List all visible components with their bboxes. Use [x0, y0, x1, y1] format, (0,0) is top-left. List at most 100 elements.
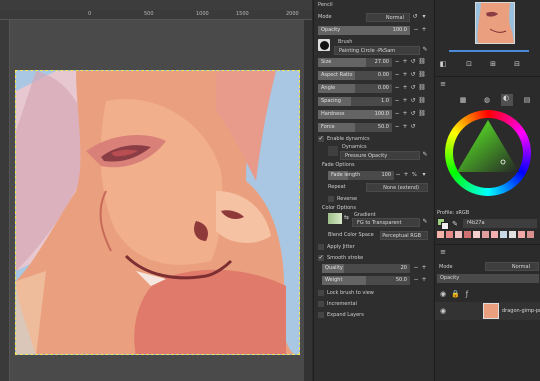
layer-row[interactable]: ◉ dragon-gimp-pract [435, 302, 540, 320]
blend-select[interactable]: Perceptual RGB [380, 231, 428, 240]
gradient-reverse-icon[interactable]: ⇆ [344, 214, 349, 221]
incremental-row[interactable]: Incremental [318, 299, 357, 309]
weight-increase-icon[interactable]: + [420, 276, 428, 284]
spacing-link-icon[interactable]: ⛓ [418, 97, 426, 105]
force-reset-icon[interactable]: ↺ [409, 123, 417, 131]
angle-reset-icon[interactable]: ↺ [409, 84, 417, 92]
opacity-increase-icon[interactable]: + [420, 26, 428, 34]
aspect-reset-icon[interactable]: ↺ [409, 71, 417, 79]
apply-jitter-checkbox[interactable] [318, 244, 324, 250]
gradient-edit-icon[interactable]: ✎ [421, 218, 429, 226]
spacing-reset-icon[interactable]: ↺ [409, 97, 417, 105]
aspect-decrease-icon[interactable]: − [393, 71, 401, 79]
quality-increase-icon[interactable]: + [420, 264, 428, 272]
lock-icon[interactable]: 🔒 [451, 290, 460, 298]
quality-decrease-icon[interactable]: − [412, 264, 420, 272]
reverse-checkbox[interactable] [328, 196, 334, 202]
angle-increase-icon[interactable]: + [401, 84, 409, 92]
weight-decrease-icon[interactable]: − [412, 276, 420, 284]
smooth-stroke-checkbox[interactable]: ✓ [318, 255, 324, 261]
canvas-scrollbar[interactable] [304, 20, 312, 381]
spacing-increase-icon[interactable]: + [401, 97, 409, 105]
force-decrease-icon[interactable]: − [393, 123, 401, 131]
mode-select[interactable]: Normal [366, 13, 410, 22]
dynamics-select[interactable]: Pressure Opacity [340, 151, 420, 160]
fx-icon[interactable]: ƒ [463, 290, 471, 298]
palette-swatch[interactable] [527, 231, 534, 238]
brush-select[interactable]: Painting Circle -PkSam [334, 46, 420, 55]
incremental-checkbox[interactable] [318, 301, 324, 307]
angle-link-icon[interactable]: ⛓ [418, 84, 426, 92]
palette-swatch[interactable] [491, 231, 498, 238]
enable-dynamics-row[interactable]: ✓ Enable dynamics [318, 134, 370, 144]
layer-visibility-icon[interactable]: ◉ [439, 307, 447, 315]
spacing-slider[interactable]: Spacing 1.0 [318, 97, 392, 106]
apply-jitter-row[interactable]: Apply Jitter [318, 242, 355, 252]
palette-swatch[interactable] [518, 231, 525, 238]
palette-swatch[interactable] [464, 231, 471, 238]
opacity-slider[interactable]: Opacity 100.0 [318, 26, 410, 35]
color-wheel[interactable] [445, 110, 531, 196]
hex-input[interactable]: f4b27a [463, 219, 537, 228]
mode-reset-icon[interactable]: ↺ [411, 13, 419, 21]
force-slider[interactable]: Force 50.0 [318, 123, 392, 132]
palette-swatch[interactable] [509, 231, 516, 238]
layers-opacity-slider[interactable]: Opacity [437, 274, 539, 283]
fade-increase-icon[interactable]: + [402, 171, 410, 179]
palette-tab-icon[interactable]: ▦ [459, 96, 467, 104]
zoom-in-icon[interactable]: ⊞ [489, 60, 497, 68]
palette-swatch[interactable] [482, 231, 489, 238]
quality-slider[interactable]: Quality 20 [322, 264, 410, 273]
canvas-image[interactable] [15, 70, 300, 355]
color-wheel-tab-icon[interactable]: ◍ [483, 96, 491, 104]
dock-menu-icon[interactable]: ≡ [439, 80, 447, 88]
opacity-decrease-icon[interactable]: − [412, 26, 420, 34]
size-reset-icon[interactable]: ↺ [409, 58, 417, 66]
aspect-increase-icon[interactable]: + [401, 71, 409, 79]
angle-slider[interactable]: Angle 0.00 [318, 84, 392, 93]
layers-mode-select[interactable]: Normal [485, 262, 539, 271]
angle-decrease-icon[interactable]: − [393, 84, 401, 92]
lock-brush-row[interactable]: Lock brush to view [318, 288, 374, 298]
palette-swatch[interactable] [437, 231, 444, 238]
zoom-out-icon[interactable]: ⊟ [513, 60, 521, 68]
dynamics-edit-icon[interactable]: ✎ [421, 151, 429, 159]
hardness-reset-icon[interactable]: ↺ [409, 110, 417, 118]
force-increase-icon[interactable]: + [401, 123, 409, 131]
brush-preview[interactable] [318, 39, 330, 51]
color-triangle[interactable] [445, 110, 531, 196]
hardness-increase-icon[interactable]: + [401, 110, 409, 118]
scales-tab-icon[interactable]: ▤ [523, 96, 531, 104]
palette-swatch[interactable] [446, 231, 453, 238]
aspect-ratio-slider[interactable]: Aspect Ratio 0.00 [318, 71, 392, 80]
size-link-icon[interactable]: ⛓ [418, 58, 426, 66]
fade-unit-menu-icon[interactable]: ▾ [420, 171, 428, 179]
size-decrease-icon[interactable]: − [393, 58, 401, 66]
expand-layers-row[interactable]: Expand Layers [318, 310, 364, 320]
fade-unit[interactable]: % [412, 172, 417, 178]
palette-swatch[interactable] [473, 231, 480, 238]
enable-dynamics-checkbox[interactable]: ✓ [318, 136, 324, 142]
bg-color-swatch[interactable] [441, 222, 449, 230]
hardness-link-icon[interactable]: ⛓ [418, 110, 426, 118]
zoom-bar[interactable] [449, 50, 529, 52]
dynamics-icon[interactable] [328, 146, 338, 156]
brush-edit-icon[interactable]: ✎ [421, 46, 429, 54]
color-selector-tab[interactable]: ◐ [501, 94, 513, 106]
size-increase-icon[interactable]: + [401, 58, 409, 66]
palette-swatch[interactable] [500, 231, 507, 238]
navigate-icon[interactable]: ◧ [439, 60, 447, 68]
gradient-select[interactable]: FG to Transparent [352, 218, 420, 227]
layers-menu-icon[interactable]: ≡ [439, 248, 447, 256]
zoom-fit-icon[interactable]: ⊡ [465, 60, 473, 68]
fade-decrease-icon[interactable]: − [394, 171, 402, 179]
weight-slider[interactable]: Weight 50.0 [322, 276, 410, 285]
aspect-link-icon[interactable]: ⛓ [418, 71, 426, 79]
palette-swatch[interactable] [455, 231, 462, 238]
mode-menu-icon[interactable]: ▾ [420, 13, 428, 21]
size-slider[interactable]: Size 27.00 [318, 58, 392, 67]
reverse-row[interactable]: Reverse [328, 194, 357, 204]
navigation-preview[interactable] [475, 2, 515, 44]
gradient-preview[interactable] [328, 213, 342, 224]
fade-length-slider[interactable]: Fade length 100 [328, 171, 394, 180]
